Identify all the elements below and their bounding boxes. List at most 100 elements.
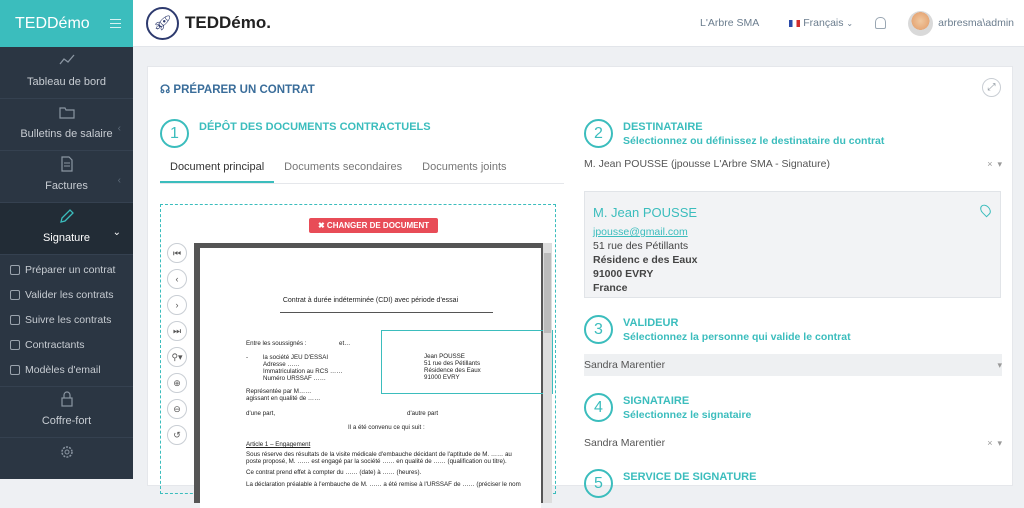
chevron-down-icon: ▾ (997, 359, 1002, 370)
step-title: SERVICE DE SIGNATURE (623, 471, 757, 483)
headset-icon: ☊ (160, 84, 171, 96)
logo-text: TEDDémo. (185, 13, 271, 32)
sidebar-item-vault[interactable]: Coffre-fort (0, 386, 133, 438)
chevron-left-icon: ‹ (117, 175, 121, 186)
recipient-address: Résidenc e des Eaux (593, 254, 698, 266)
sidebar-item-dashboard[interactable]: Tableau de bord (0, 47, 133, 99)
doc-text: Entre les soussignés : (246, 340, 307, 347)
doc-text: Il a été convenu ce qui suit : (348, 424, 425, 431)
language-selector[interactable]: Français ⌄ (789, 17, 853, 29)
step-subtitle: Sélectionnez ou définissez le destinatai… (623, 135, 885, 147)
box-line: 91000 EVRY (424, 374, 460, 381)
menu-toggle-icon[interactable] (110, 19, 121, 28)
viewer-scrollbar[interactable] (543, 243, 552, 503)
zoom-menu-icon[interactable]: ⚲▾ (167, 347, 187, 367)
submenu-label: Préparer un contrat (25, 263, 116, 276)
lock-icon (60, 391, 73, 407)
chevron-down-icon: ⌄ (846, 19, 854, 28)
doc-text: Représentée par M…… (246, 388, 312, 395)
clear-close-icon[interactable]: × ▾ (987, 159, 1002, 170)
avatar[interactable] (908, 10, 934, 36)
sidebar-item-label: Coffre-fort (41, 415, 92, 427)
sidebar-item-payslips[interactable]: Bulletins de salaire ‹ (0, 99, 133, 151)
sidebar-item-signature[interactable]: Signature ⌄ (0, 203, 133, 255)
step-signer: 4 SIGNATAIRE Sélectionnez le signataire (584, 393, 751, 422)
document-tabs: Document principal Documents secondaires… (160, 155, 564, 184)
validator-select-value: Sandra Marentier (584, 359, 666, 371)
submenu-item-contractors[interactable]: Contractants (0, 332, 133, 357)
doc-text: - (246, 354, 249, 361)
clear-close-icon[interactable]: × ▾ (987, 438, 1002, 449)
step-recipient: 2 DESTINATAIRE Sélectionnez ou définissez… (584, 119, 884, 148)
submenu-label: Modèles d'email (25, 363, 101, 376)
signer-select-value: Sandra Marentier (584, 437, 666, 449)
submenu-item-validate[interactable]: Valider les contrats (0, 282, 133, 307)
submenu-label: Valider les contrats (25, 288, 114, 301)
step-title: SIGNATAIRE (623, 395, 690, 407)
document-dropzone[interactable]: ✖ CHANGER DE DOCUMENT ⏮ ‹ › ⏭ ⚲▾ ⊕ ⊖ ↺ C… (160, 204, 556, 508)
box-line: 51 rue des Pétillants (424, 360, 481, 367)
logo: 🚀︎ TEDDémo. (146, 6, 271, 40)
step-number: 4 (584, 393, 613, 422)
brand[interactable]: TEDDémo (0, 0, 133, 47)
validator-select[interactable]: Sandra Marentier ▾ (584, 354, 1002, 376)
box-line: Jean POUSSE (424, 353, 465, 360)
doc-text: Adresse …… (263, 361, 300, 368)
recipient-name: M. Jean POUSSE (593, 205, 698, 220)
doc-text: la société JEU D'ESSAI (263, 354, 329, 361)
sidebar-item-label: Factures (45, 180, 88, 192)
step-subtitle: Sélectionnez la personne qui valide le c… (623, 331, 851, 343)
recipient-email[interactable]: jpousse@gmail.com (593, 226, 688, 238)
organization-link[interactable]: L'Arbre SMA (700, 17, 759, 29)
sidebar-item-label: Tableau de bord (27, 76, 106, 88)
submenu-label: Contractants (25, 338, 85, 351)
panel-title-text: PRÉPARER UN CONTRAT (173, 84, 315, 96)
change-document-button[interactable]: ✖ CHANGER DE DOCUMENT (309, 218, 439, 233)
zoom-in-icon[interactable]: ⊕ (167, 373, 187, 393)
sidebar-item-settings[interactable] (0, 438, 133, 460)
step-validator: 3 VALIDEUR Sélectionnez la personne qui v… (584, 315, 851, 344)
rotate-icon[interactable]: ↺ (167, 425, 187, 445)
chevron-left-icon: ‹ (117, 123, 121, 134)
prepare-contract-panel: ☊ PRÉPARER UN CONTRAT ⤢ 1 DÉPÔT DES DOCU… (147, 66, 1013, 508)
step-title: DESTINATAIRE (623, 121, 703, 133)
brand-label: TEDDémo (15, 14, 90, 32)
previous-page-icon[interactable]: ‹ (167, 269, 187, 289)
gear-icon (60, 446, 73, 458)
submenu-label: Suivre les contrats (25, 313, 112, 326)
last-page-icon[interactable]: ⏭ (167, 321, 187, 341)
submenu-item-email-templates[interactable]: Modèles d'email (0, 357, 133, 382)
top-bar: 🚀︎ TEDDémo. L'Arbre SMA Français ⌄ arbre… (133, 0, 1024, 47)
doc-text: Ce contrat prend effet à compter du …… (… (246, 469, 422, 476)
document-title: Contrat à durée indéterminée (CDI) avec … (282, 297, 459, 304)
pdf-viewer[interactable]: Contrat à durée indéterminée (CDI) avec … (194, 243, 553, 508)
users-icon (10, 339, 20, 350)
signer-select[interactable]: Sandra Marentier × ▾ (584, 433, 1002, 453)
sidebar-item-label: Bulletins de salaire (20, 128, 113, 140)
user-menu[interactable]: arbresma\admin (938, 17, 1014, 29)
next-page-icon[interactable]: › (167, 295, 187, 315)
recipient-select[interactable]: M. Jean POUSSE (jpousse L'Arbre SMA - Si… (584, 154, 1002, 174)
tab-main-document[interactable]: Document principal (160, 155, 275, 183)
expand-icon[interactable]: ⤢ (982, 78, 1001, 97)
edit-icon (10, 264, 20, 275)
first-page-icon[interactable]: ⏮ (167, 243, 187, 263)
submenu-item-track[interactable]: Suivre les contrats (0, 307, 133, 332)
panel-title: ☊ PRÉPARER UN CONTRAT (160, 82, 315, 96)
recipient-address: 51 rue des Pétillants (593, 240, 689, 252)
rocket-icon: 🚀︎ (146, 6, 179, 40)
map-marker-icon[interactable] (978, 202, 993, 218)
sidebar-item-invoices[interactable]: Factures ‹ (0, 151, 133, 203)
zoom-out-icon[interactable]: ⊖ (167, 399, 187, 419)
doc-text: d'autre part (407, 410, 439, 417)
tab-attached-documents[interactable]: Documents joints (412, 155, 516, 183)
step-number: 5 (584, 469, 613, 498)
tab-secondary-documents[interactable]: Documents secondaires (274, 155, 412, 183)
doc-text: agissant en qualité de …… (246, 395, 321, 402)
divider (280, 312, 493, 313)
doc-text: et… (339, 340, 351, 347)
chart-line-icon (58, 54, 74, 65)
bell-icon[interactable] (875, 17, 887, 29)
step-documents: 1 DÉPÔT DES DOCUMENTS CONTRACTUELS (160, 119, 431, 148)
submenu-item-prepare[interactable]: Préparer un contrat (0, 257, 133, 282)
